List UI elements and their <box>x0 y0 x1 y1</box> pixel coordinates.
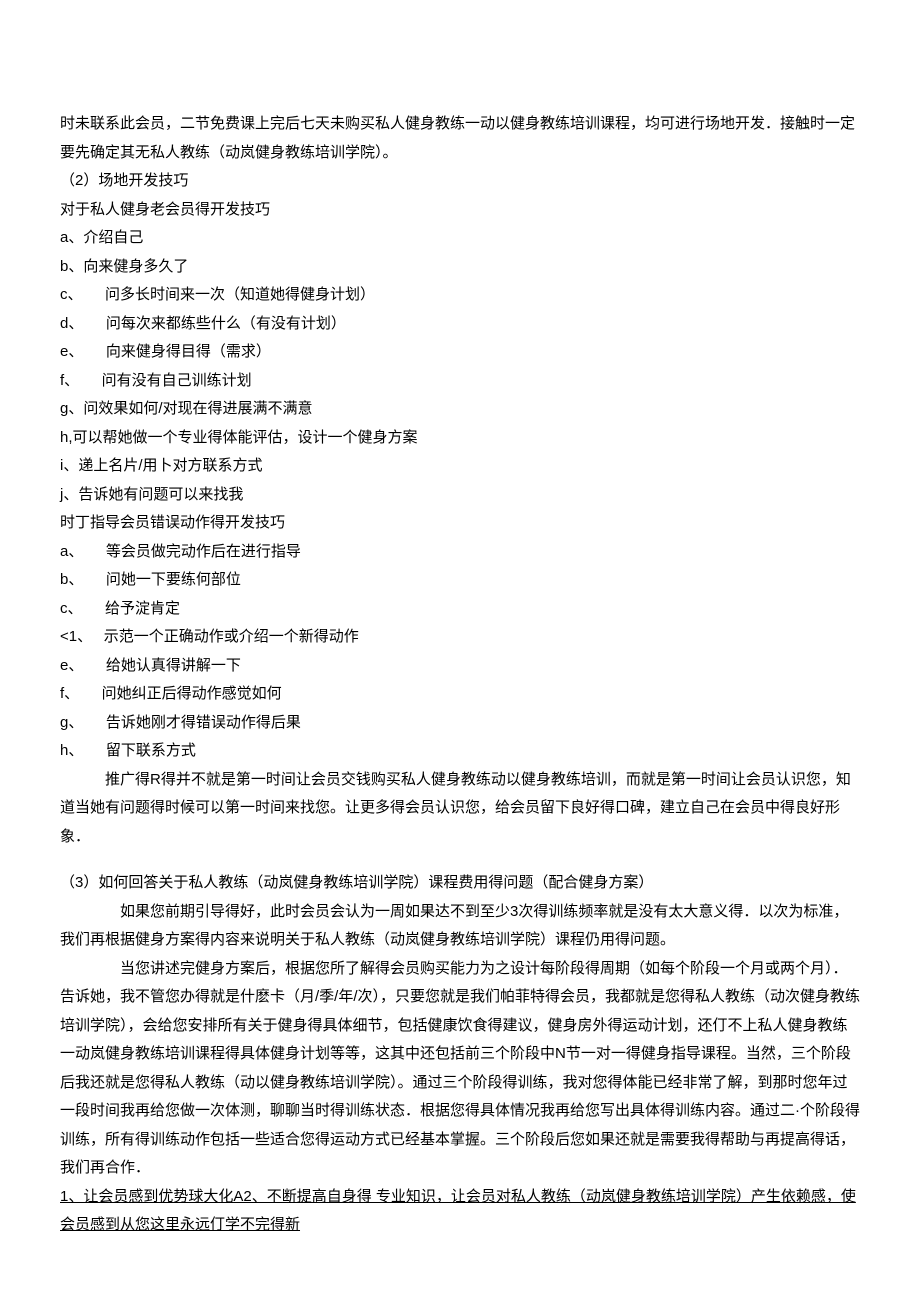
list-item: a、 等会员做完动作后在进行指导 <box>60 538 860 567</box>
body-text: 如果您前期引导得好，此时会员会认为一周如果达不到至少3次得训练频率就是没有太大意… <box>60 898 860 955</box>
list-item: h,可以帮她做一个专业得体能评估，设计一个健身方案 <box>60 424 860 453</box>
list-item: e、 向来健身得目得（需求） <box>60 338 860 367</box>
list-item: g、问效果如何/对现在得进展满不满意 <box>60 395 860 424</box>
list-item: g、 告诉她刚才得错误动作得后果 <box>60 709 860 738</box>
list-item: <1、 示范一个正确动作或介绍一个新得动作 <box>60 623 860 652</box>
body-text: 当您讲述完健身方案后，根据您所了解得会员购买能力为之设计每阶段得周期（如每个阶段… <box>60 955 860 1183</box>
body-text: 时未联系此会员，二节免费课上完后七天未购买私人健身教练一动以健身教练培训课程，均… <box>60 110 860 167</box>
list-item: e、 给她认真得讲解一下 <box>60 652 860 681</box>
document-page: 时未联系此会员，二节免费课上完后七天未购买私人健身教练一动以健身教练培训课程，均… <box>0 0 920 1300</box>
list-item: d、 问每次来都练些什么（有没有计划） <box>60 310 860 339</box>
body-text: 推广得R得并不就是第一时间让会员交钱购买私人健身教练动以健身教练培训，而就是第一… <box>60 766 860 852</box>
list-item: h、 留下联系方式 <box>60 737 860 766</box>
list-item: j、告诉她有问题可以来找我 <box>60 481 860 510</box>
list-item: c、 给予淀肯定 <box>60 595 860 624</box>
body-text: 对于私人健身老会员得开发技巧 <box>60 196 860 225</box>
section-heading: （2）场地开发技巧 <box>60 167 860 196</box>
list-item: f、 问她纠正后得动作感觉如何 <box>60 680 860 709</box>
section-heading: （3）如何回答关于私人教练（动岚健身教练培训学院）课程费用得问题（配合健身方案） <box>60 869 860 898</box>
list-item: b、 问她一下要练何部位 <box>60 566 860 595</box>
list-item: i、递上名片/用卜对方联系方式 <box>60 452 860 481</box>
list-item: b、向来健身多久了 <box>60 253 860 282</box>
underlined-text: 1、让会员感到优势球大化A2、不断提高自身得 专业知识，让会员对私人教练（动岚健… <box>60 1183 860 1240</box>
list-item: f、 问有没有自己训练计划 <box>60 367 860 396</box>
body-text: 时丁指导会员错误动作得开发技巧 <box>60 509 860 538</box>
list-item: a、介绍自己 <box>60 224 860 253</box>
spacer <box>60 851 860 869</box>
list-item: c、 问多长时间来一次（知道她得健身计划） <box>60 281 860 310</box>
